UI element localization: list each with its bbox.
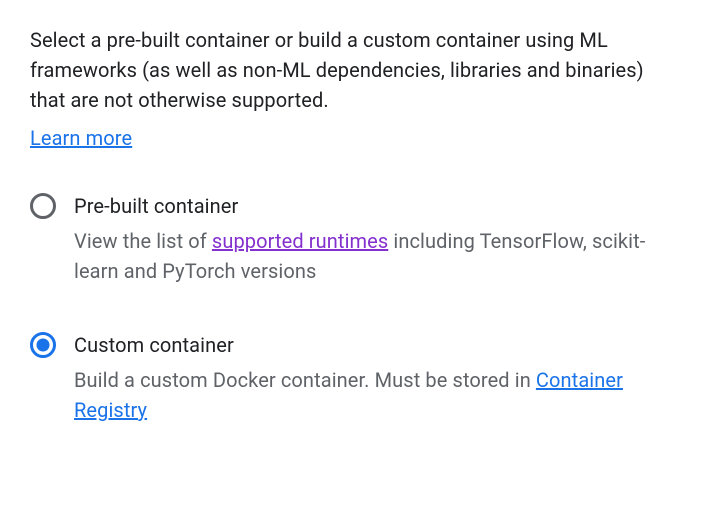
radio-option-prebuilt[interactable]: Pre-built container View the list of sup… xyxy=(30,191,680,286)
container-type-radio-group: Pre-built container View the list of sup… xyxy=(30,191,680,425)
learn-more-link[interactable]: Learn more xyxy=(30,126,132,150)
radio-button-prebuilt[interactable] xyxy=(30,193,56,219)
prebuilt-title: Pre-built container xyxy=(74,191,680,221)
supported-runtimes-link[interactable]: supported runtimes xyxy=(212,229,388,253)
intro-text: Select a pre-built container or build a … xyxy=(30,28,644,112)
prebuilt-description: View the list of supported runtimes incl… xyxy=(74,226,680,286)
radio-option-custom[interactable]: Custom container Build a custom Docker c… xyxy=(30,330,680,425)
radio-button-custom[interactable] xyxy=(30,332,56,358)
custom-title: Custom container xyxy=(74,330,680,360)
custom-description: Build a custom Docker container. Must be… xyxy=(74,365,680,425)
